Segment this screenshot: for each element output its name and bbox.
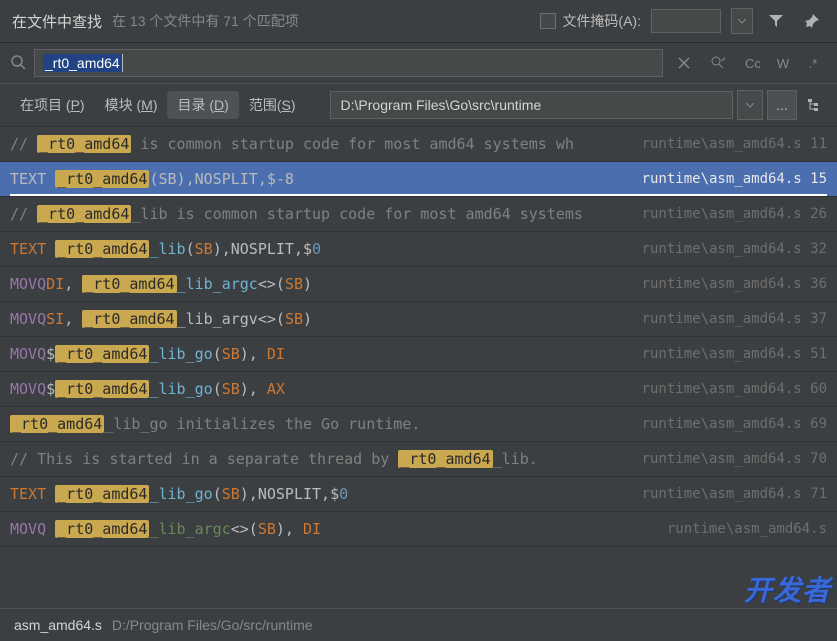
result-row[interactable]: MOVQ$_rt0_amd64_lib_go(SB), DI runtime\as… [0,337,837,372]
regex-button[interactable]: .* [799,50,827,76]
result-code: TEXT _rt0_amd64(SB),NOSPLIT,$-8 [10,170,294,188]
result-file-info: runtime\asm_amd64.s 71 [642,486,827,502]
results-list: // _rt0_amd64 is common startup code for… [0,127,837,627]
result-row[interactable]: TEXT _rt0_amd64_lib(SB),NOSPLIT,$0 runtim… [0,232,837,267]
pin-button[interactable] [799,8,825,34]
history-icon [711,56,725,70]
tree-icon [806,97,822,113]
result-code: // _rt0_amd64 is common startup code for… [10,135,574,153]
match-case-button[interactable]: Cc [739,50,767,76]
clear-search-button[interactable] [671,50,697,76]
words-button[interactable]: W [769,50,797,76]
scope-tab-1[interactable]: 模块 (M) [95,91,168,119]
filter-button[interactable] [763,8,789,34]
result-file-info: runtime\asm_amd64.s 26 [642,206,827,222]
scope-tab-0[interactable]: 在项目 (P) [10,91,95,119]
result-file-info: runtime\asm_amd64.s 32 [642,241,827,257]
result-row[interactable]: // This is started in a separate thread … [0,442,837,477]
result-code: _rt0_amd64_lib_go initializes the Go run… [10,415,420,433]
result-code: MOVQ _rt0_amd64_lib_argc<>(SB), DI [10,520,321,538]
result-row[interactable]: MOVQ$_rt0_amd64_lib_go(SB), AX runtime\as… [0,372,837,407]
result-file-info: runtime\asm_amd64.s 70 [642,451,827,467]
browse-button[interactable]: ... [767,90,797,120]
result-code: TEXT _rt0_amd64_lib(SB),NOSPLIT,$0 [10,240,321,258]
search-query-text: _rt0_amd64 [43,54,122,72]
directory-path-input[interactable]: D:\Program Files\Go\src\runtime [330,91,733,119]
result-row[interactable]: MOVQDI, _rt0_amd64_lib_argc<>(SB) runtime… [0,267,837,302]
ellipsis-icon: ... [776,97,788,113]
header-bar: 在文件中查找 在 13 个文件中有 71 个匹配项 文件掩码(A): [0,0,837,43]
result-file-info: runtime\asm_amd64.s 51 [642,346,827,362]
match-count: 在 13 个文件中有 71 个匹配项 [112,11,299,31]
result-code: MOVQ$_rt0_amd64_lib_go(SB), AX [10,380,285,398]
scope-row: 在项目 (P)模块 (M)目录 (D)范围(S) D:\Program File… [0,84,837,127]
result-file-info: runtime\asm_amd64.s 69 [642,416,827,432]
result-file-info: runtime\asm_amd64.s 37 [642,311,827,327]
dialog-title: 在文件中查找 [12,11,102,32]
result-file-info: runtime\asm_amd64.s 11 [642,136,827,152]
result-row[interactable]: MOVQSI, _rt0_amd64_lib_argv<>(SB) runtime… [0,302,837,337]
result-code: MOVQ$_rt0_amd64_lib_go(SB), DI [10,345,285,363]
close-icon [678,57,690,69]
pin-icon [804,13,820,29]
search-row: _rt0_amd64 Cc W .* [0,43,837,84]
filemask-dropdown[interactable] [731,8,753,34]
result-code: TEXT _rt0_amd64_lib_go(SB),NOSPLIT,$0 [10,485,348,503]
result-row[interactable]: TEXT _rt0_amd64(SB),NOSPLIT,$-8 runtime\a… [0,162,837,197]
filemask-input[interactable] [651,9,721,33]
scope-tab-3[interactable]: 范围(S) [239,91,306,119]
footer-filename: asm_amd64.s [14,617,102,633]
search-icon [10,54,26,73]
result-code: MOVQDI, _rt0_amd64_lib_argc<>(SB) [10,275,312,293]
filemask-label: 文件掩码(A): [562,11,641,31]
result-row[interactable]: // _rt0_amd64 is common startup code for… [0,127,837,162]
chevron-down-icon [746,103,754,108]
scope-tab-2[interactable]: 目录 (D) [167,91,238,119]
filemask-checkbox[interactable] [540,13,556,29]
result-row[interactable]: TEXT _rt0_amd64_lib_go(SB),NOSPLIT,$0 run… [0,477,837,512]
result-file-info: runtime\asm_amd64.s 60 [642,381,827,397]
text-caret [122,54,123,72]
search-history-button[interactable] [705,50,731,76]
filemask-checkbox-wrap[interactable]: 文件掩码(A): [540,11,641,31]
footer-bar: asm_amd64.s D:/Program Files/Go/src/runt… [0,608,837,641]
result-row[interactable]: MOVQ _rt0_amd64_lib_argc<>(SB), DI runtim… [0,512,837,547]
result-code: // _rt0_amd64_lib is common startup code… [10,205,583,223]
result-file-info: runtime\asm_amd64.s [667,521,827,537]
tree-view-button[interactable] [801,92,827,118]
result-file-info: runtime\asm_amd64.s 36 [642,276,827,292]
search-input[interactable]: _rt0_amd64 [34,49,663,77]
result-row[interactable]: // _rt0_amd64_lib is common startup code… [0,197,837,232]
result-row[interactable]: _rt0_amd64_lib_go initializes the Go run… [0,407,837,442]
result-code: MOVQSI, _rt0_amd64_lib_argv<>(SB) [10,310,312,328]
search-options: Cc W .* [739,50,827,76]
footer-filepath: D:/Program Files/Go/src/runtime [112,617,313,633]
path-history-dropdown[interactable] [737,90,763,120]
filter-icon [768,13,784,29]
result-code: // This is started in a separate thread … [10,450,538,468]
result-file-info: runtime\asm_amd64.s 15 [642,171,827,187]
chevron-down-icon [738,19,746,24]
